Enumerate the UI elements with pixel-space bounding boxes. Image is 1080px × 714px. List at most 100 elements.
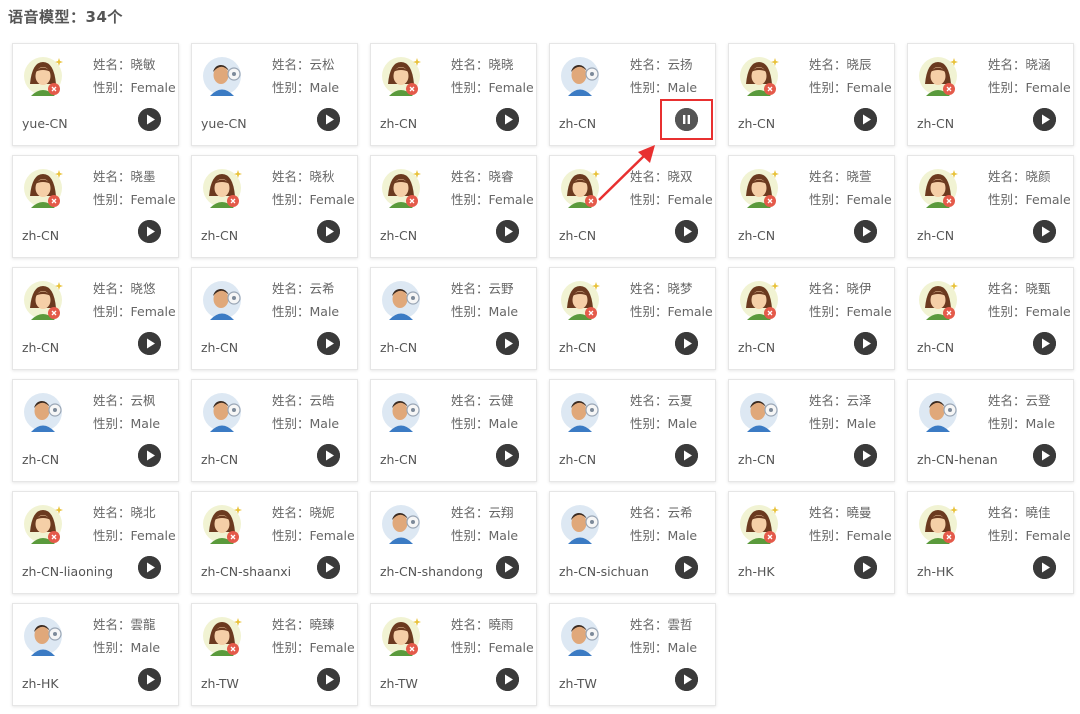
name-key-label: 姓名： [272,169,310,184]
voice-card: 姓名：晓晓 性别：Female zh-CN [370,43,537,146]
name-key-label: 姓名： [630,169,668,184]
gender-key-label: 性别： [451,416,489,431]
play-icon [138,444,161,467]
voice-name: 云翔 [488,505,514,520]
name-key-label: 姓名： [809,505,847,520]
voice-name: 晓梦 [667,281,693,296]
female-avatar-icon [737,166,781,210]
play-button[interactable] [496,108,519,131]
voice-name: 晓伊 [846,281,872,296]
play-icon [854,108,877,131]
pause-button[interactable] [675,108,698,131]
play-button[interactable] [854,108,877,131]
play-button[interactable] [138,668,161,691]
play-button[interactable] [496,556,519,579]
voice-name: 曉曼 [846,505,872,520]
play-button[interactable] [317,220,340,243]
play-button[interactable] [138,556,161,579]
male-avatar-icon [200,390,244,434]
voice-name: 曉臻 [309,617,335,632]
voice-locale: zh-HK [738,564,775,579]
male-avatar-icon [558,614,602,658]
voice-name: 晓睿 [488,169,514,184]
voice-card: 姓名：晓敏 性别：Female yue-CN [12,43,179,146]
voice-info: 姓名：晓晓 性别：Female [451,53,534,99]
play-icon [854,444,877,467]
voice-info: 姓名：晓颜 性别：Female [988,165,1071,211]
voice-info: 姓名：云登 性别：Male [988,389,1055,435]
voice-locale: yue-CN [22,116,68,131]
name-key-label: 姓名： [630,57,668,72]
play-button[interactable] [138,108,161,131]
voice-card: 姓名：晓梦 性别：Female zh-CN [549,267,716,370]
play-button[interactable] [496,332,519,355]
voice-locale: zh-CN [917,116,955,131]
play-button[interactable] [1033,444,1056,467]
play-button[interactable] [675,332,698,355]
voice-name: 云登 [1025,393,1051,408]
play-button[interactable] [496,444,519,467]
play-button[interactable] [854,332,877,355]
voice-locale: zh-CN [22,452,60,467]
play-button[interactable] [1033,556,1056,579]
name-key-label: 姓名： [451,281,489,296]
gender-key-label: 性别： [988,416,1026,431]
play-icon [854,220,877,243]
play-button[interactable] [138,220,161,243]
name-key-label: 姓名： [93,169,131,184]
name-key-label: 姓名： [630,281,668,296]
voice-info: 姓名：晓辰 性别：Female [809,53,892,99]
play-button[interactable] [317,556,340,579]
play-button[interactable] [496,220,519,243]
play-button[interactable] [317,668,340,691]
voice-name: 云健 [488,393,514,408]
play-button[interactable] [317,332,340,355]
voice-name: 晓晓 [488,57,514,72]
voice-info: 姓名：云扬 性别：Male [630,53,697,99]
play-button[interactable] [675,444,698,467]
play-button[interactable] [138,332,161,355]
play-button[interactable] [317,108,340,131]
voice-gender: Female [667,192,713,207]
voice-card: 姓名：晓辰 性别：Female zh-CN [728,43,895,146]
play-button[interactable] [138,444,161,467]
voice-card: 姓名：曉曼 性别：Female zh-HK [728,491,895,594]
female-avatar-icon [558,166,602,210]
voice-name: 雲哲 [667,617,693,632]
voice-card: 姓名：晓墨 性别：Female zh-CN [12,155,179,258]
female-avatar-icon [737,54,781,98]
gender-key-label: 性别： [451,80,489,95]
name-key-label: 姓名： [988,169,1026,184]
voice-name: 晓萱 [846,169,872,184]
voice-gender: Male [488,416,519,431]
play-button[interactable] [675,668,698,691]
play-button[interactable] [675,556,698,579]
play-button[interactable] [1033,332,1056,355]
voice-locale: zh-TW [559,676,597,691]
play-icon [138,668,161,691]
female-avatar-icon [379,614,423,658]
voice-info: 姓名：云希 性别：Male [272,277,339,323]
female-avatar-icon [200,502,244,546]
play-button[interactable] [854,444,877,467]
play-button[interactable] [1033,108,1056,131]
name-key-label: 姓名： [272,393,310,408]
play-button[interactable] [675,220,698,243]
voice-info: 姓名：雲哲 性别：Male [630,613,697,659]
voice-gender: Male [309,416,340,431]
play-button[interactable] [317,444,340,467]
play-button[interactable] [496,668,519,691]
gender-key-label: 性别： [93,640,131,655]
play-icon [496,332,519,355]
play-button[interactable] [854,556,877,579]
voice-locale: zh-CN [559,340,597,355]
play-button[interactable] [1033,220,1056,243]
voice-gender: Female [309,192,355,207]
voice-name: 云夏 [667,393,693,408]
voice-info: 姓名：晓涵 性别：Female [988,53,1071,99]
gender-key-label: 性别： [93,416,131,431]
voice-gender: Male [309,304,340,319]
gender-key-label: 性别： [451,192,489,207]
play-button[interactable] [854,220,877,243]
voice-name: 云希 [309,281,335,296]
